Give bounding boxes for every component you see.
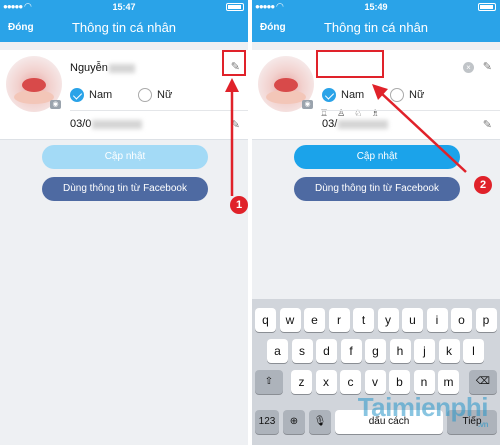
gender-male-label: Nam (341, 89, 365, 101)
key-g[interactable]: g (365, 339, 386, 363)
divider (322, 110, 500, 111)
checked-icon (322, 88, 336, 102)
watermark-domain: .vn (477, 420, 489, 429)
avatar-cake (22, 78, 46, 92)
keyboard-row-1: qwertyuiop (252, 308, 500, 332)
status-time: 15:47 (112, 2, 136, 12)
watermark-logo: Taimienphi .vn (357, 392, 489, 429)
key-n[interactable]: n (413, 370, 435, 394)
keyboard-row-2: asdfghjkl (252, 339, 500, 363)
avatar-cake (274, 78, 298, 92)
key-f[interactable]: f (340, 339, 362, 363)
dob-field[interactable]: 03/ (322, 118, 389, 130)
left-screen: ●●●●● ◠ 15:47 Đóng Thông tin cá nhân ◉ N… (0, 0, 248, 445)
facebook-button[interactable]: Dùng thông tin từ Facebook (294, 177, 460, 201)
nav-bar: Đóng Thông tin cá nhân (252, 14, 500, 42)
key-h[interactable]: h (389, 339, 411, 363)
status-time: 15:49 (364, 2, 388, 12)
gender-male-label: Nam (89, 89, 113, 101)
key-x[interactable]: x (315, 370, 337, 394)
update-button[interactable]: Cập nhật (294, 145, 460, 169)
facebook-button[interactable]: Dùng thông tin từ Facebook (42, 177, 208, 201)
key-k[interactable]: k (438, 339, 460, 363)
dob-text: 03/0 (70, 118, 92, 130)
gender-female-radio[interactable]: Nữ (138, 88, 172, 102)
key-u[interactable]: u (402, 308, 423, 332)
numbers-key[interactable]: 123 (255, 410, 279, 434)
name-field[interactable]: Nguyễn (70, 62, 135, 74)
shift-key[interactable]: ⇧ (255, 370, 283, 394)
unchecked-icon (138, 88, 152, 102)
backspace-key[interactable]: ⌫ (469, 370, 497, 394)
key-w[interactable]: w (279, 308, 301, 332)
edit-dob-pencil-icon[interactable]: ✎ (231, 118, 240, 131)
keyboard: qwertyuiop asdfghjkl ⇧ ⌫ zxcvbnm 123 ⊕ 🎙… (252, 299, 500, 445)
key-r[interactable]: r (328, 308, 350, 332)
nav-bar: Đóng Thông tin cá nhân (0, 14, 248, 42)
page-title: Thông tin cá nhân (323, 20, 429, 35)
key-q[interactable]: q (255, 308, 276, 332)
update-button[interactable]: Cập nhật (42, 145, 208, 169)
key-b[interactable]: b (389, 370, 410, 394)
gender-female-label: Nữ (409, 89, 425, 101)
edit-dob-pencil-icon[interactable]: ✎ (483, 118, 492, 131)
dob-blur (92, 119, 143, 129)
key-s[interactable]: s (291, 339, 313, 363)
key-d[interactable]: d (316, 339, 337, 363)
gender-female-label: Nữ (157, 89, 173, 101)
avatar-hands (14, 90, 54, 104)
divider (70, 110, 248, 111)
edit-name-pencil-icon[interactable]: ✎ (483, 60, 492, 73)
dob-text: 03/ (322, 118, 338, 130)
gender-female-radio[interactable]: Nữ (390, 88, 424, 102)
dob-blur (338, 119, 389, 129)
camera-icon[interactable]: ◉ (50, 100, 61, 109)
page-title: Thông tin cá nhân (71, 20, 177, 35)
profile-card: ◉ Nguyễn ✎ Nam Nữ 03/0 ✎ (0, 50, 248, 140)
key-j[interactable]: j (414, 339, 435, 363)
unchecked-icon (390, 88, 404, 102)
step-badge: 1 (230, 196, 248, 214)
key-c[interactable]: c (340, 370, 361, 394)
battery-icon (226, 3, 244, 11)
highlight-box (222, 50, 246, 76)
camera-icon[interactable]: ◉ (302, 100, 313, 109)
gender-male-radio[interactable]: Nam (70, 88, 112, 102)
avatar-hands (266, 90, 306, 104)
status-bar: ●●●●● ◠ 15:47 (0, 0, 248, 14)
key-y[interactable]: y (377, 308, 399, 332)
key-e[interactable]: e (304, 308, 325, 332)
key-t[interactable]: t (353, 308, 374, 332)
clear-icon[interactable]: × (463, 62, 474, 73)
battery-icon (478, 3, 496, 11)
key-i[interactable]: i (426, 308, 448, 332)
key-m[interactable]: m (438, 370, 459, 394)
microphone-icon[interactable]: 🎙 (309, 410, 331, 434)
keyboard-row-3: ⇧ ⌫ zxcvbnm (252, 370, 500, 394)
step-badge: 2 (474, 176, 492, 194)
status-bar: ●●●●● ◠ 15:49 (252, 0, 500, 14)
watermark-brand: Taimienphi (357, 392, 489, 422)
key-o[interactable]: o (451, 308, 472, 332)
key-l[interactable]: l (463, 339, 484, 363)
dob-field[interactable]: 03/0 (70, 118, 143, 130)
checked-icon (70, 88, 84, 102)
gender-male-radio[interactable]: Nam (322, 88, 364, 102)
right-screen: ●●●●● ◠ 15:49 Đóng Thông tin cá nhân ◉ ♖… (252, 0, 500, 445)
key-v[interactable]: v (364, 370, 386, 394)
key-z[interactable]: z (291, 370, 312, 394)
key-a[interactable]: a (267, 339, 288, 363)
globe-icon[interactable]: ⊕ (283, 410, 305, 434)
name-blur (108, 63, 135, 73)
name-text: Nguyễn (70, 62, 108, 74)
key-p[interactable]: p (475, 308, 497, 332)
highlight-box (316, 50, 384, 78)
